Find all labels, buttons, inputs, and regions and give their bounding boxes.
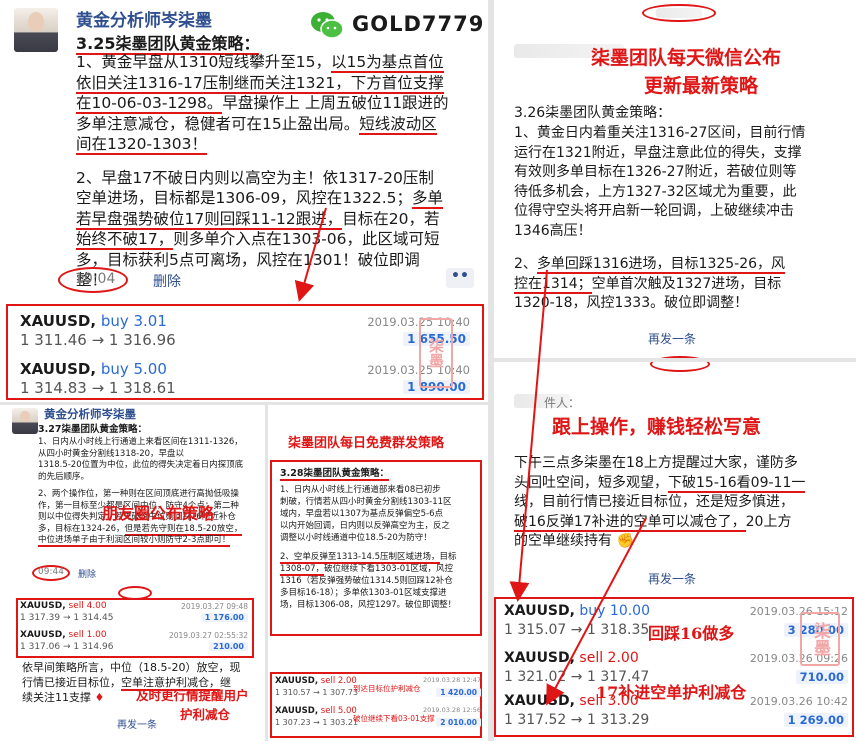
divider bbox=[265, 405, 268, 741]
post-panel-notification: 件人： 跟上操作，赚钱轻松写意 下午三点多柒墨在18上方提醒过大家，谨防多 头回… bbox=[496, 356, 856, 598]
annotation-wechat-daily: 柒墨团队每天微信公布 更新最新策略 bbox=[590, 47, 781, 97]
post-panel-march26: 柒墨团队每天微信公布 更新最新策略 3.26柒墨团队黄金策略： 1、黄金日内着重… bbox=[496, 0, 856, 360]
sender-label: 件人： bbox=[544, 396, 581, 410]
date-label-blurred bbox=[656, 8, 702, 18]
trade-row[interactable]: XAUUSD, sell 1.00 1 317.06 → 1 314.96 20… bbox=[20, 630, 250, 656]
trade-list-p2: XAUUSD, sell 4.00 1 317.39 → 1 314.45 20… bbox=[20, 601, 250, 656]
annotation-broadcast: 柒墨团队每日免费群发策略 bbox=[288, 436, 445, 451]
strategy-title: 3.26柒墨团队黄金策略： bbox=[514, 105, 672, 121]
divider bbox=[0, 402, 488, 405]
post-again-link[interactable]: 再发一条 bbox=[117, 716, 157, 731]
trade-row[interactable]: XAUUSD, sell 2.00 1 310.57 → 1 307.73 到达… bbox=[275, 676, 481, 702]
post-panel-march27: 黄金分析师岑柒墨 3.27柒墨团队黄金策略： 1、日内从小时线上行通道上来看区间… bbox=[6, 404, 264, 600]
trade-row[interactable]: XAUUSD, buy 5.00 1 314.83 → 1 318.61 201… bbox=[20, 358, 472, 400]
strategy-body: 1、日内从小时线上行通道部来看08已初步 刺破，行情若从四小时黄金分割线1303… bbox=[280, 485, 457, 610]
post-again-link[interactable]: 再发一条 bbox=[648, 570, 696, 587]
post-panel-march25: 黄金分析师岑柒墨 GOLD7779 3.25柒墨团队黄金策略： 1、黄金早盘从1… bbox=[0, 0, 486, 300]
avatar[interactable] bbox=[14, 8, 58, 52]
annotation-follow: 跟上操作，赚钱轻松写意 bbox=[552, 416, 762, 438]
strategy-body: 1、黄金早盘从1310短线攀升至15，以15为基点首位 依旧关注1316-17压… bbox=[76, 53, 449, 289]
notification-body: 下午三点多柒墨在18上方提醒过大家，谨防多 头回吐空间，短多观望，下破15-16… bbox=[514, 455, 806, 549]
trade-row[interactable]: XAUUSD, sell 5.00 1 307.23 → 1 303.21 破位… bbox=[275, 706, 481, 732]
strategy-body: 1、黄金日内着重关注1316-27区间，目前行情 运行在1321附近，早盘注意此… bbox=[514, 125, 806, 311]
trade-row[interactable]: XAUUSD, sell 4.00 1 317.39 → 1 314.45 20… bbox=[20, 601, 250, 627]
watermark-stamp: 柒墨 bbox=[800, 612, 840, 666]
post-time: 10:04 bbox=[75, 271, 116, 287]
post-time: 09:44 bbox=[38, 567, 64, 577]
trade-row[interactable]: XAUUSD, buy 3.01 1 311.46 → 1 316.96 201… bbox=[20, 310, 472, 352]
trade-row[interactable]: XAUUSD, buy 10.00 1 315.07 → 1 318.35 回踩… bbox=[504, 603, 848, 643]
trade-list-top: XAUUSD, buy 3.01 1 311.46 → 1 316.96 201… bbox=[20, 310, 472, 400]
author-name[interactable]: 黄金分析师岑柒墨 bbox=[76, 6, 212, 31]
strategy-title: 3.28柒墨团队黄金策略： bbox=[280, 468, 389, 481]
watermark-stamp: 柒墨 bbox=[419, 318, 453, 388]
wechat-icon bbox=[309, 10, 345, 40]
avatar[interactable] bbox=[12, 408, 38, 434]
trade-row[interactable]: XAUUSD, sell 3.00 1 317.52 → 1 313.29 17… bbox=[504, 683, 848, 731]
trade-list-right: XAUUSD, buy 10.00 1 315.07 → 1 318.35 回踩… bbox=[504, 603, 848, 731]
strategy-body: 1、日内从小时线上行通道上来看区间在1311-1326， 从四小时黄金分割线13… bbox=[38, 437, 244, 547]
strategy-title: 3.25柒墨团队黄金策略： bbox=[76, 34, 260, 55]
post-again-link[interactable]: 再发一条 bbox=[648, 330, 696, 347]
wechat-id: GOLD7779 bbox=[352, 12, 485, 36]
strategy-title: 3.27柒墨团队黄金策略： bbox=[38, 424, 147, 435]
more-options-button[interactable]: •• bbox=[446, 268, 474, 288]
delete-link[interactable]: 删除 bbox=[78, 567, 96, 580]
delete-link[interactable]: 删除 bbox=[153, 271, 181, 291]
annotation-moments: 朋友圈公布策略 bbox=[102, 504, 215, 523]
divider bbox=[494, 358, 856, 362]
author-name[interactable]: 黄金分析师岑柒墨 bbox=[44, 406, 136, 422]
trade-list-p3: XAUUSD, sell 2.00 1 310.57 → 1 307.73 到达… bbox=[275, 676, 481, 732]
